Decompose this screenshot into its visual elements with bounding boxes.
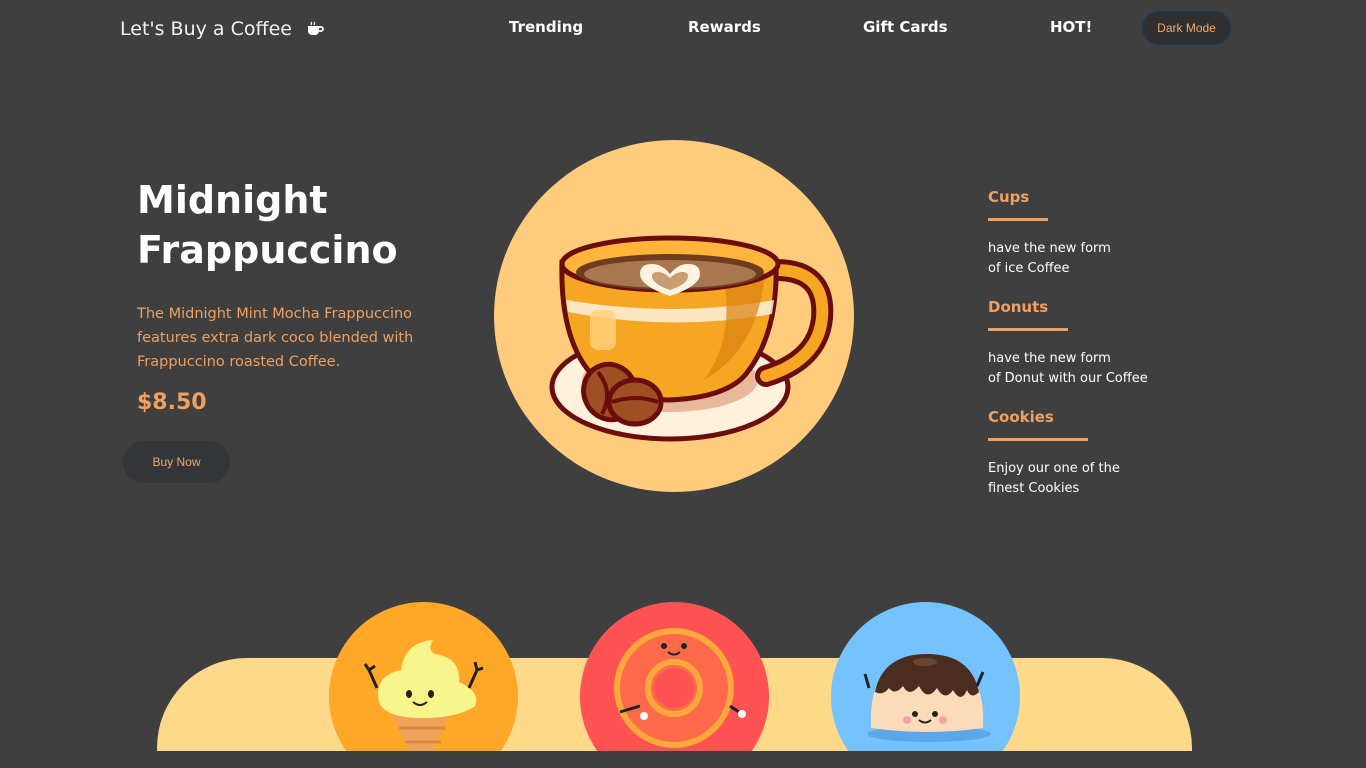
feature-cups: Cups have the new form of ice Coffee xyxy=(988,188,1188,279)
feature-description: have the new form of Donut with our Coff… xyxy=(988,349,1148,389)
feature-divider xyxy=(988,218,1048,221)
feature-divider xyxy=(988,438,1088,441)
treat-ice-cream[interactable] xyxy=(329,602,518,768)
hero-title-line1: Midnight xyxy=(137,178,328,222)
feature-title: Donuts xyxy=(988,298,1049,316)
feature-cookies: Cookies Enjoy our one of the finest Cook… xyxy=(988,408,1188,499)
treat-pudding[interactable] xyxy=(831,602,1020,768)
feature-description: Enjoy our one of the finest Cookies xyxy=(988,459,1148,499)
hero-title: Midnight Frappuccino xyxy=(137,175,467,275)
feature-title: Cookies xyxy=(988,408,1054,426)
ice-cream-illustration xyxy=(363,640,484,768)
pudding-illustration xyxy=(863,654,991,742)
feature-line: finest Cookies xyxy=(988,481,1080,496)
nav-rewards[interactable]: Rewards xyxy=(688,18,761,36)
feature-line: have the new form xyxy=(988,351,1111,366)
brand[interactable]: Let's Buy a Coffee xyxy=(120,16,324,42)
nav-hot[interactable]: HOT! xyxy=(1050,18,1092,36)
coffee-cup-icon xyxy=(306,21,324,37)
feature-line: of ice Coffee xyxy=(988,261,1070,276)
page-bottom-edge xyxy=(0,751,1366,768)
donut-illustration xyxy=(614,628,746,748)
feature-description: have the new form of ice Coffee xyxy=(988,239,1148,279)
feature-donuts: Donuts have the new form of Donut with o… xyxy=(988,298,1188,389)
hero-price: $8.50 xyxy=(137,390,207,415)
brand-title: Let's Buy a Coffee xyxy=(120,18,292,40)
nav-gift-cards[interactable]: Gift Cards xyxy=(863,18,948,36)
feature-line: of Donut with our Coffee xyxy=(988,371,1148,386)
feature-line: Enjoy our one of the xyxy=(988,461,1120,476)
coffee-cup-illustration xyxy=(549,235,834,442)
hero-description: The Midnight Mint Mocha Frappuccino feat… xyxy=(137,306,414,370)
feature-title: Cups xyxy=(988,188,1030,206)
feature-line: have the new form xyxy=(988,241,1111,256)
nav-trending[interactable]: Trending xyxy=(509,18,583,36)
buy-now-button[interactable]: Buy Now xyxy=(123,441,230,483)
treat-donut[interactable] xyxy=(580,602,769,768)
hero-title-line2: Frappuccino xyxy=(137,228,398,272)
hero-image xyxy=(494,140,854,492)
dark-mode-button[interactable]: Dark Mode xyxy=(1142,11,1231,45)
feature-divider xyxy=(988,328,1068,331)
